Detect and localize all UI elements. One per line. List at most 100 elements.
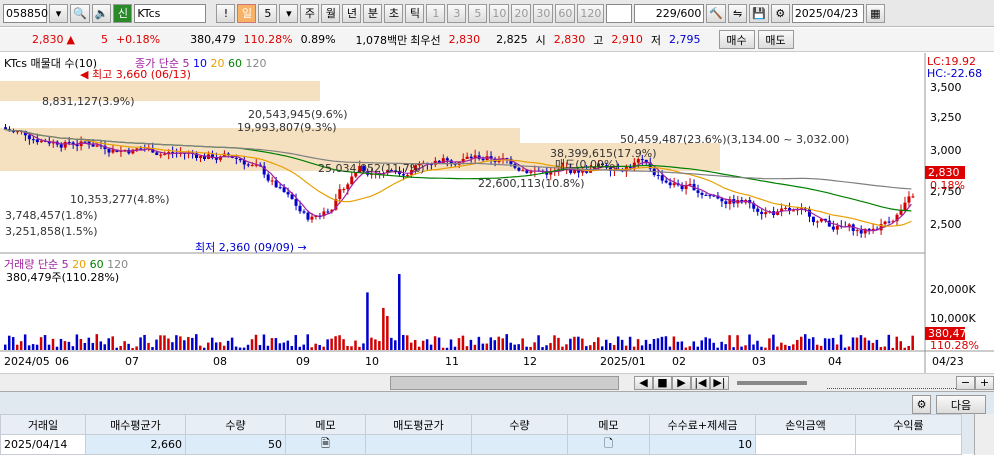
trade-table: 거래일 매수평균가 수량 메모 매도평균가 수량 메모 수수료+제세금 손익금액… [0,414,962,455]
interval-10[interactable]: 10 [489,3,510,23]
interval-5[interactable]: 5 [468,3,488,23]
zoom-in-icon[interactable]: + [975,375,994,390]
table-row[interactable]: 2025/04/14 2,660 50 🗎 🗋 10 [0,434,962,455]
volume-bar [147,342,150,350]
sell-button[interactable]: 매도 [757,30,794,49]
candle [95,145,99,147]
volume-bar [553,335,556,350]
code-dropdown-icon[interactable]: ▾ [49,3,68,23]
link-icon[interactable]: ⇋ [728,3,748,23]
memo-icon-2[interactable]: 🗋 [604,437,613,450]
candle [704,194,708,196]
cell-memo2[interactable]: 🗋 [567,434,650,455]
search-icon[interactable]: 🔍 [70,3,90,23]
scrollbar[interactable]: ◀ ■ ▶ |◀ ▶| − + [0,373,994,391]
scroll-left-button[interactable]: ◀ [633,375,653,390]
interval-120[interactable]: 120 [577,3,605,23]
drawing-tools[interactable] [826,377,956,389]
volume-bar [521,338,524,350]
volume-bar [111,336,114,350]
candle [724,201,728,204]
alert-button[interactable]: ! [216,3,236,23]
first-button[interactable]: |◀ [690,375,710,390]
save-icon[interactable]: 💾 [749,3,769,23]
volume-bar [441,347,445,350]
vertical-scrollbar[interactable] [974,414,994,455]
candle [405,174,409,176]
volume-bar [55,346,59,350]
cell-buy-avg: 2,660 [85,434,186,455]
count-input[interactable]: 229/600 [634,3,705,23]
chart-area[interactable]: KTcs 매물대 수(10) 종가 단순 5 10 20 60 120 ◀ 최고… [0,53,994,373]
turnover: 0.89% [300,33,336,46]
candle [59,144,63,148]
zoom-out-icon[interactable]: − [956,375,975,390]
volume-bar [891,347,895,350]
date-input[interactable]: 2025/04/23 [791,3,864,23]
period-value[interactable]: 5 [258,3,278,23]
period-minute-tab[interactable]: 분 [363,3,383,23]
stock-code-input[interactable]: 058850 [3,3,48,23]
cell-memo[interactable]: 🗎 [285,434,366,455]
candle [855,230,859,232]
col-qty: 수량 [185,414,286,435]
sound-icon[interactable]: 🔈 [91,3,112,23]
interval-60[interactable]: 60 [555,3,576,23]
volume-bar [724,344,727,350]
volume-bar [784,344,787,350]
interval-30[interactable]: 30 [533,3,554,23]
volume-bar [863,337,867,350]
volume-bar [326,339,329,350]
volume-bar [119,345,122,350]
period-week-tab[interactable]: 주 [300,3,320,23]
panel-gear-icon[interactable]: ⚙ [912,395,931,414]
scroll-thumb[interactable] [390,375,619,390]
count-value: 229 [655,6,677,20]
interval-1[interactable]: 1 [426,3,446,23]
interval-3[interactable]: 3 [447,3,467,23]
volume-bar [672,336,676,350]
candle [831,226,835,230]
volume-bar [183,340,186,350]
interval-custom-input[interactable] [606,3,633,23]
calendar-icon[interactable]: ▦ [865,3,885,23]
gear-icon[interactable]: ⚙ [770,3,790,23]
volume-bar [35,344,39,350]
next-button[interactable]: 다음 [936,395,986,414]
volume-bar [437,337,441,350]
period-dropdown-icon[interactable]: ▾ [279,3,299,23]
period-day-tab[interactable]: 일 [237,3,257,23]
volume-bar [533,342,536,350]
month-label: 11 [445,355,459,368]
volume-bar [748,334,751,350]
volume-bar [620,339,624,350]
candle [465,156,469,159]
volume-bar [660,336,664,350]
tools-icon[interactable]: 🔨 [706,3,727,23]
zoom-slider[interactable] [736,380,807,385]
volume-bar [274,338,278,350]
stop-button[interactable]: ■ [652,375,672,390]
interval-20[interactable]: 20 [511,3,532,23]
scroll-right-button[interactable]: ▶ [671,375,691,390]
month-label: 02 [672,355,686,368]
period-tick-tab[interactable]: 틱 [405,3,425,23]
volume-bar [851,337,855,350]
period-year-tab[interactable]: 년 [342,3,362,23]
volume-bar [338,335,341,350]
volume-bar [107,338,110,350]
period-second-tab[interactable]: 초 [384,3,404,23]
last-button[interactable]: ▶| [709,375,729,390]
stock-name-field[interactable]: KTcs [134,3,207,23]
cell-qty: 50 [185,434,286,455]
volume-bar [899,341,902,350]
col-pnl: 손익금액 [755,414,856,435]
volume-bar [597,337,600,350]
volume-bar [871,342,875,350]
buy-button[interactable]: 매수 [718,30,755,49]
volume-bar [593,341,596,350]
period-month-tab[interactable]: 월 [321,3,341,23]
tick-3250: 3,250 [930,111,962,124]
candle [835,225,839,230]
memo-icon[interactable]: 🗎 [321,437,330,450]
